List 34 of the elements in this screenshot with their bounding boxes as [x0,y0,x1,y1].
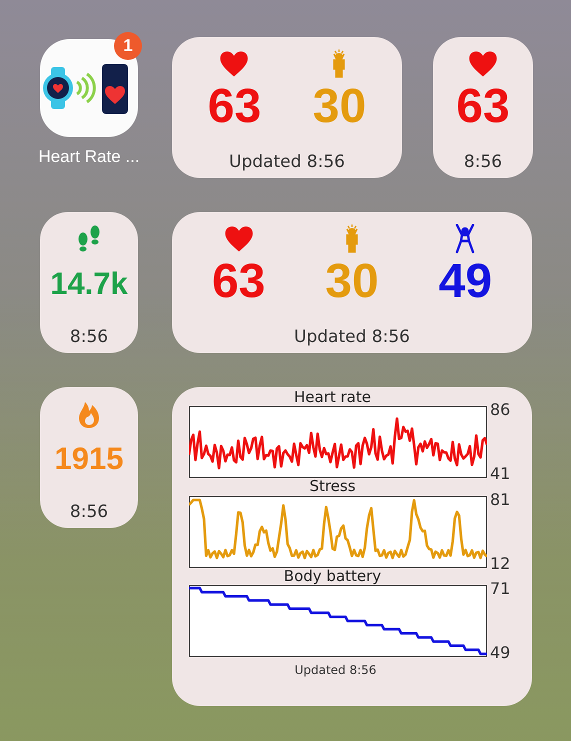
updated-time: 8:56 [70,327,108,347]
metric-value: 63 [208,83,262,131]
metric-value: 63 [456,83,510,131]
metric-value: 14.7k [50,268,128,299]
metric-value: 49 [438,258,492,306]
chart-title: Heart rate [293,389,372,406]
metric-value: 63 [212,258,266,306]
max-label: 86 [490,402,510,418]
app-icon[interactable] [40,39,138,137]
widget-card[interactable]: 63 30 Updated 8:56 [172,37,402,178]
updated-time: 8:56 [70,502,108,522]
heart-icon [468,49,498,79]
chart-title: Body battery [282,568,382,585]
updated-time: Updated 8:56 [294,327,410,347]
min-label: 49 [490,644,510,661]
chart-title: Stress [308,478,357,496]
widget-card[interactable]: 63 8:56 [433,37,533,178]
metric-value: 30 [325,258,379,306]
max-label: 81 [490,492,510,508]
heart-icon [224,224,254,254]
metric-value: 30 [312,83,366,131]
metric-value: 1915 [54,443,124,474]
widget-card[interactable]: 14.7k 8:56 [40,212,138,353]
updated-time: Updated 8:56 [229,152,345,172]
min-label: 12 [490,556,510,572]
updated-time: Updated 8:56 [294,662,378,677]
widget-card[interactable]: 63 30 49 Updated 8:56 [172,212,532,353]
updated-time: 8:56 [464,152,502,172]
min-label: 41 [490,466,510,482]
widget-card[interactable]: 1915 8:56 [40,387,138,528]
max-label: 71 [490,580,510,597]
heart-icon [219,49,250,79]
notification-badge: 1 [114,32,142,60]
widget-card[interactable]: Heart rate 86 41 Stress 81 12 Body battery 71 49 Updated 8:56 [172,387,532,706]
